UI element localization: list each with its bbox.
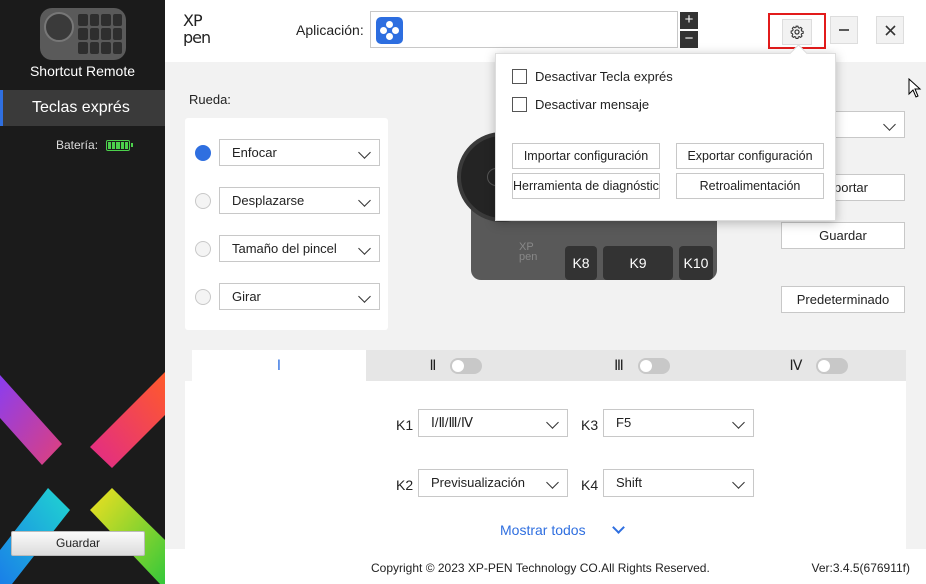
gear-icon [790,25,804,39]
diagnostics-button[interactable]: Herramienta de diagnóstico [512,173,660,199]
wheel-dropdown-scroll[interactable]: Desplazarse [219,187,380,214]
add-application-button[interactable]: + [680,12,698,29]
key-set-tabs: Ⅰ Ⅱ Ⅲ Ⅳ [192,350,906,381]
wheel-option-label: Desplazarse [232,193,305,208]
chevron-down-icon [883,118,896,131]
wheel-option-label: Girar [232,289,261,304]
disable-express-keys-checkbox[interactable] [512,69,527,84]
save-button[interactable]: Guardar [781,222,905,249]
key-label-k2: K2 [396,477,414,493]
wheel-panel: Enfocar Desplazarse Tamaño del pincel Gi… [185,118,388,330]
wheel-label: Rueda: [189,92,231,107]
tab-set-3[interactable]: Ⅲ [552,350,732,381]
battery-status: Batería: [56,138,134,152]
footer: Copyright © 2023 XP-PEN Technology CO.Al… [165,549,926,584]
device-thumbnail-keys [78,14,122,54]
settings-popup: Desactivar Tecla exprés Desactivar mensa… [495,53,836,221]
settings-highlight-frame [768,13,826,49]
wheel-option-row: Enfocar [195,139,380,166]
battery-icon [106,139,134,151]
tab-label: Ⅰ [276,357,282,373]
wheel-radio-brush-size[interactable] [195,240,211,257]
chevron-down-icon [358,146,371,159]
application-label: Aplicación: [296,22,364,38]
wheel-dropdown-brush-size[interactable]: Tamaño del pincel [219,235,380,262]
show-all-link[interactable]: Mostrar todos [500,522,586,538]
key-assignment-panel: K1 Ⅰ/Ⅱ/Ⅲ/Ⅳ K3 F5 K2 Previsualización K4 … [185,381,906,549]
chevron-down-icon [546,476,559,489]
chevron-down-icon [358,242,371,255]
disable-message-option[interactable]: Desactivar mensaje [512,97,649,112]
key-dropdown-k1[interactable]: Ⅰ/Ⅱ/Ⅲ/Ⅳ [418,409,568,437]
device-key-k8[interactable]: K8 [565,246,597,280]
wheel-radio-focus[interactable] [195,144,211,161]
svg-text:pen: pen [183,28,210,46]
key-value: Previsualización [431,475,525,490]
device-brand-mark: XP pen [519,241,538,263]
key-label-k4: K4 [581,477,599,493]
key-dropdown-k3[interactable]: F5 [603,409,754,437]
sidebar-save-button[interactable]: Guardar [11,531,145,556]
device-thumbnail [40,8,126,60]
battery-label: Batería: [56,138,99,152]
tab-set-2[interactable]: Ⅱ [366,350,546,381]
key-dropdown-k4[interactable]: Shift [603,469,754,497]
nav-item-express-keys[interactable]: Teclas exprés [0,90,165,126]
minimize-button[interactable] [830,16,858,44]
key-label-k1: K1 [396,417,414,433]
import-config-button[interactable]: Importar configuración [512,143,660,169]
wheel-option-row: Tamaño del pincel [195,235,380,262]
wheel-option-row: Desplazarse [195,187,380,214]
device-key-k10[interactable]: K10 [679,246,713,280]
key-value: Ⅰ/Ⅱ/Ⅲ/Ⅳ [431,415,474,430]
application-selector[interactable] [370,11,678,48]
key-label-k3: K3 [581,417,599,433]
tab-set-3-toggle[interactable] [637,357,670,374]
copyright-text: Copyright © 2023 XP-PEN Technology CO.Al… [371,561,710,575]
xppen-logo: XP pen [183,11,219,47]
wheel-option-label: Tamaño del pincel [232,241,337,256]
device-key-k9[interactable]: K9 [603,246,673,280]
disable-message-checkbox[interactable] [512,97,527,112]
wheel-dropdown-rotate[interactable]: Girar [219,283,380,310]
tab-label: Ⅳ [789,357,803,373]
minimize-icon [839,29,849,31]
close-icon [884,24,896,36]
wheel-dropdown-focus[interactable]: Enfocar [219,139,380,166]
chevron-down-icon [358,290,371,303]
disable-express-keys-option[interactable]: Desactivar Tecla exprés [512,69,673,84]
wheel-radio-scroll[interactable] [195,192,211,209]
checkbox-label: Desactivar Tecla exprés [535,69,673,84]
all-apps-icon[interactable] [376,17,403,44]
checkbox-label: Desactivar mensaje [535,97,650,112]
tab-label: Ⅱ [429,357,437,373]
wheel-radio-rotate[interactable] [195,288,211,305]
mouse-cursor-icon [908,78,922,98]
export-config-button[interactable]: Exportar configuración [676,143,824,169]
key-value: Shift [616,475,643,490]
tab-set-4-toggle[interactable] [816,357,849,374]
key-value: F5 [616,415,632,430]
tab-label: Ⅲ [614,357,624,373]
default-button[interactable]: Predeterminado [781,286,905,313]
tab-set-2-toggle[interactable] [450,357,483,374]
remove-application-button[interactable]: − [680,31,698,48]
device-thumbnail-dial [44,12,74,42]
close-button[interactable] [876,16,904,44]
device-name: Shortcut Remote [29,63,136,79]
feedback-button[interactable]: Retroalimentación [676,173,824,199]
tab-set-4[interactable]: Ⅳ [732,350,906,381]
wheel-option-label: Enfocar [232,145,277,160]
chevron-down-icon [546,416,559,429]
chevron-down-icon [358,194,371,207]
wheel-option-row: Girar [195,283,380,310]
version-text: Ver:3.4.5(676911f) [811,561,910,575]
chevron-down-icon [732,416,745,429]
key-dropdown-k2[interactable]: Previsualización [418,469,568,497]
settings-button[interactable] [782,19,812,45]
tab-set-1[interactable]: Ⅰ [192,350,366,381]
chevron-down-icon[interactable] [612,521,625,534]
sidebar: Shortcut Remote Teclas exprés Batería: G… [0,0,165,584]
chevron-down-icon [732,476,745,489]
